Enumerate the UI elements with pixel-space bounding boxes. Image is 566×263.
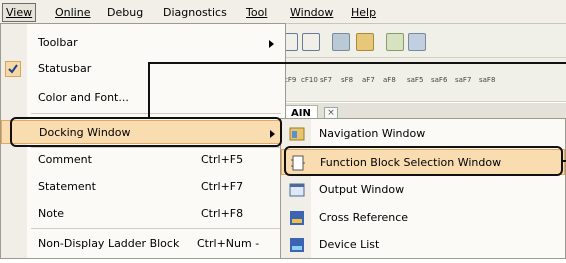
menu-item-statement[interactable]: Statement Ctrl+F7	[1, 175, 285, 199]
menu-debug-label: Debug	[107, 6, 144, 19]
menu-online-label: Online	[55, 6, 91, 19]
menu-online[interactable]: Online	[52, 4, 93, 21]
checkmark-icon	[5, 61, 21, 77]
menu-view[interactable]: View	[2, 3, 37, 22]
edit-icon[interactable]	[386, 33, 404, 51]
menu-item-comment[interactable]: Comment Ctrl+F5	[1, 148, 285, 172]
callout-frame-docking-window	[10, 117, 282, 147]
menu-item-statusbar[interactable]: Statusbar	[1, 57, 285, 81]
output-window-icon	[289, 182, 305, 198]
menu-item-shortcut: Ctrl+F7	[201, 180, 244, 193]
fkey-label[interactable]: saF6	[431, 76, 447, 84]
menu-help-label: Help	[351, 6, 377, 19]
menu-tool[interactable]: Tool	[243, 4, 270, 21]
submenu-item-output-window[interactable]: Output Window	[281, 177, 565, 203]
device-list-icon	[289, 237, 305, 253]
fkey-label[interactable]: sF7	[320, 76, 332, 84]
find-icon[interactable]	[408, 33, 426, 51]
fkey-label[interactable]: saF5	[407, 76, 423, 84]
menu-item-note[interactable]: Note Ctrl+F8	[1, 202, 285, 226]
device-icon[interactable]	[356, 33, 374, 51]
submenu-item-navigation-window[interactable]: Navigation Window	[281, 121, 565, 147]
fkey-label[interactable]: aF7	[362, 76, 375, 84]
menu-help[interactable]: Help	[348, 4, 379, 21]
zoom-icon[interactable]	[332, 33, 350, 51]
fkey-label[interactable]: saF7	[455, 76, 471, 84]
callout-line	[148, 62, 566, 64]
menu-diagnostics[interactable]: Diagnostics	[160, 4, 230, 21]
submenu-item-label: Device List	[319, 238, 380, 251]
menu-item-shortcut: Ctrl+F8	[201, 207, 244, 220]
submenu-item-cross-reference[interactable]: Cross Reference	[281, 205, 565, 231]
menu-item-label: Statusbar	[38, 62, 92, 75]
cross-reference-icon	[289, 210, 305, 226]
menu-view-label: View	[6, 6, 33, 19]
menu-item-shortcut: Ctrl+Num -	[197, 237, 260, 250]
submenu-item-label: Navigation Window	[319, 127, 426, 140]
callout-line	[561, 160, 566, 162]
submenu-item-label: Output Window	[319, 183, 405, 196]
submenu-item-device-list[interactable]: Device List	[281, 232, 565, 258]
callout-line	[148, 62, 150, 118]
menu-item-label: Toolbar	[38, 36, 78, 49]
navigation-window-icon	[289, 126, 305, 142]
menu-separator	[31, 228, 281, 229]
menu-debug[interactable]: Debug	[104, 4, 146, 21]
menu-item-toolbar[interactable]: Toolbar	[1, 31, 285, 55]
fkey-label[interactable]: cF10	[301, 76, 318, 84]
submenu-item-label: Cross Reference	[319, 211, 409, 224]
fkey-label[interactable]: aF8	[383, 76, 396, 84]
menu-item-non-display-ladder-block[interactable]: Non-Display Ladder Block Ctrl+Num -	[1, 232, 285, 256]
callout-frame-function-block	[284, 146, 563, 176]
menu-item-label: Non-Display Ladder Block	[38, 237, 180, 250]
menu-bar: View Online Debug Diagnostics Tool Windo…	[0, 0, 566, 24]
docking-window-submenu: Navigation Window Function Block Selecti…	[280, 118, 566, 259]
menu-item-label: Color and Font...	[38, 91, 129, 104]
ladder-icon[interactable]	[302, 33, 320, 51]
fkey-label[interactable]: saF8	[479, 76, 495, 84]
menu-item-color-and-font[interactable]: Color and Font...	[1, 86, 285, 110]
fkey-label[interactable]: sF8	[341, 76, 353, 84]
menu-item-label: Note	[38, 207, 65, 220]
menu-item-label: Comment	[38, 153, 92, 166]
menu-window[interactable]: Window	[287, 4, 336, 21]
menu-diagnostics-label: Diagnostics	[163, 6, 227, 19]
menu-tool-label: Tool	[246, 6, 268, 19]
menu-separator	[31, 113, 281, 114]
menu-item-label: Statement	[38, 180, 96, 193]
menu-window-label: Window	[290, 6, 334, 19]
submenu-arrow-icon	[269, 40, 274, 48]
menu-item-shortcut: Ctrl+F5	[201, 153, 244, 166]
